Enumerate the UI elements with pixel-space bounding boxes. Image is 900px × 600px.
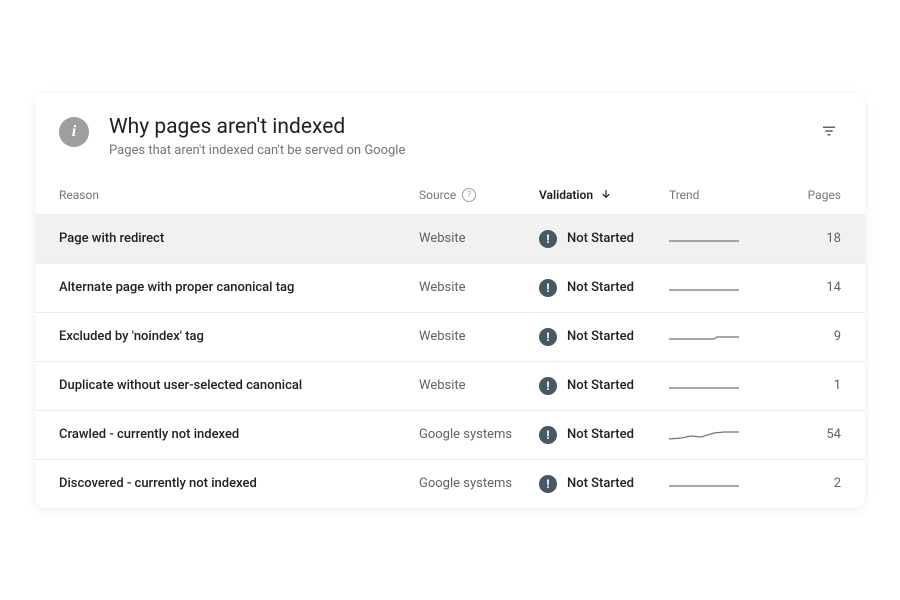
table-body: Page with redirect Website ! Not Started…	[35, 215, 865, 508]
trend-cell	[669, 278, 769, 298]
sparkline-icon	[669, 376, 739, 396]
status-icon: !	[539, 426, 557, 444]
status-icon: !	[539, 377, 557, 395]
validation-cell: ! Not Started	[539, 377, 669, 395]
pages-cell: 2	[769, 476, 841, 491]
trend-cell	[669, 425, 769, 445]
col-validation-label: Validation	[539, 188, 593, 202]
source-cell: Website	[419, 329, 539, 344]
col-reason-header[interactable]: Reason	[59, 188, 419, 202]
validation-label: Not Started	[567, 427, 634, 442]
status-icon: !	[539, 279, 557, 297]
col-pages-header[interactable]: Pages	[769, 188, 841, 202]
trend-cell	[669, 229, 769, 249]
validation-cell: ! Not Started	[539, 475, 669, 493]
pages-cell: 9	[769, 329, 841, 344]
col-trend-header[interactable]: Trend	[669, 188, 769, 202]
col-source-header[interactable]: Source ?	[419, 188, 539, 202]
card-header: i Why pages aren't indexed Pages that ar…	[35, 93, 865, 174]
filter-icon	[820, 122, 838, 140]
trend-cell	[669, 327, 769, 347]
table-row[interactable]: Page with redirect Website ! Not Started…	[35, 215, 865, 264]
status-icon: !	[539, 328, 557, 346]
validation-cell: ! Not Started	[539, 230, 669, 248]
validation-label: Not Started	[567, 329, 634, 344]
sparkline-icon	[669, 278, 739, 298]
source-cell: Website	[419, 280, 539, 295]
sparkline-icon	[669, 327, 739, 347]
trend-cell	[669, 376, 769, 396]
info-icon: i	[59, 117, 89, 147]
source-cell: Google systems	[419, 476, 539, 491]
sparkline-icon	[669, 229, 739, 249]
table-row[interactable]: Excluded by 'noindex' tag Website ! Not …	[35, 313, 865, 362]
col-validation-header[interactable]: Validation	[539, 188, 669, 202]
filter-button[interactable]	[817, 119, 841, 143]
sparkline-icon	[669, 425, 739, 445]
table-row[interactable]: Alternate page with proper canonical tag…	[35, 264, 865, 313]
status-icon: !	[539, 475, 557, 493]
source-cell: Website	[419, 378, 539, 393]
card-title: Why pages aren't indexed	[109, 115, 841, 139]
sparkline-icon	[669, 474, 739, 494]
header-text: Why pages aren't indexed Pages that aren…	[109, 115, 841, 158]
reason-cell: Alternate page with proper canonical tag	[59, 280, 419, 295]
validation-cell: ! Not Started	[539, 426, 669, 444]
trend-cell	[669, 474, 769, 494]
validation-cell: ! Not Started	[539, 279, 669, 297]
table-header: Reason Source ? Validation Trend Pages	[35, 174, 865, 215]
pages-cell: 14	[769, 280, 841, 295]
indexing-card: i Why pages aren't indexed Pages that ar…	[35, 93, 865, 508]
table-row[interactable]: Duplicate without user-selected canonica…	[35, 362, 865, 411]
validation-cell: ! Not Started	[539, 328, 669, 346]
reason-cell: Crawled - currently not indexed	[59, 427, 419, 442]
validation-label: Not Started	[567, 476, 634, 491]
table-row[interactable]: Crawled - currently not indexed Google s…	[35, 411, 865, 460]
source-cell: Website	[419, 231, 539, 246]
validation-label: Not Started	[567, 280, 634, 295]
pages-cell: 18	[769, 231, 841, 246]
pages-cell: 54	[769, 427, 841, 442]
validation-label: Not Started	[567, 231, 634, 246]
table-row[interactable]: Discovered - currently not indexed Googl…	[35, 460, 865, 508]
reason-cell: Page with redirect	[59, 231, 419, 246]
pages-cell: 1	[769, 378, 841, 393]
validation-label: Not Started	[567, 378, 634, 393]
reason-cell: Duplicate without user-selected canonica…	[59, 378, 419, 393]
reason-cell: Excluded by 'noindex' tag	[59, 329, 419, 344]
source-cell: Google systems	[419, 427, 539, 442]
reason-cell: Discovered - currently not indexed	[59, 476, 419, 491]
col-source-label: Source	[419, 188, 456, 202]
arrow-down-icon	[599, 188, 613, 202]
help-icon[interactable]: ?	[462, 188, 476, 202]
status-icon: !	[539, 230, 557, 248]
card-subtitle: Pages that aren't indexed can't be serve…	[109, 143, 841, 158]
